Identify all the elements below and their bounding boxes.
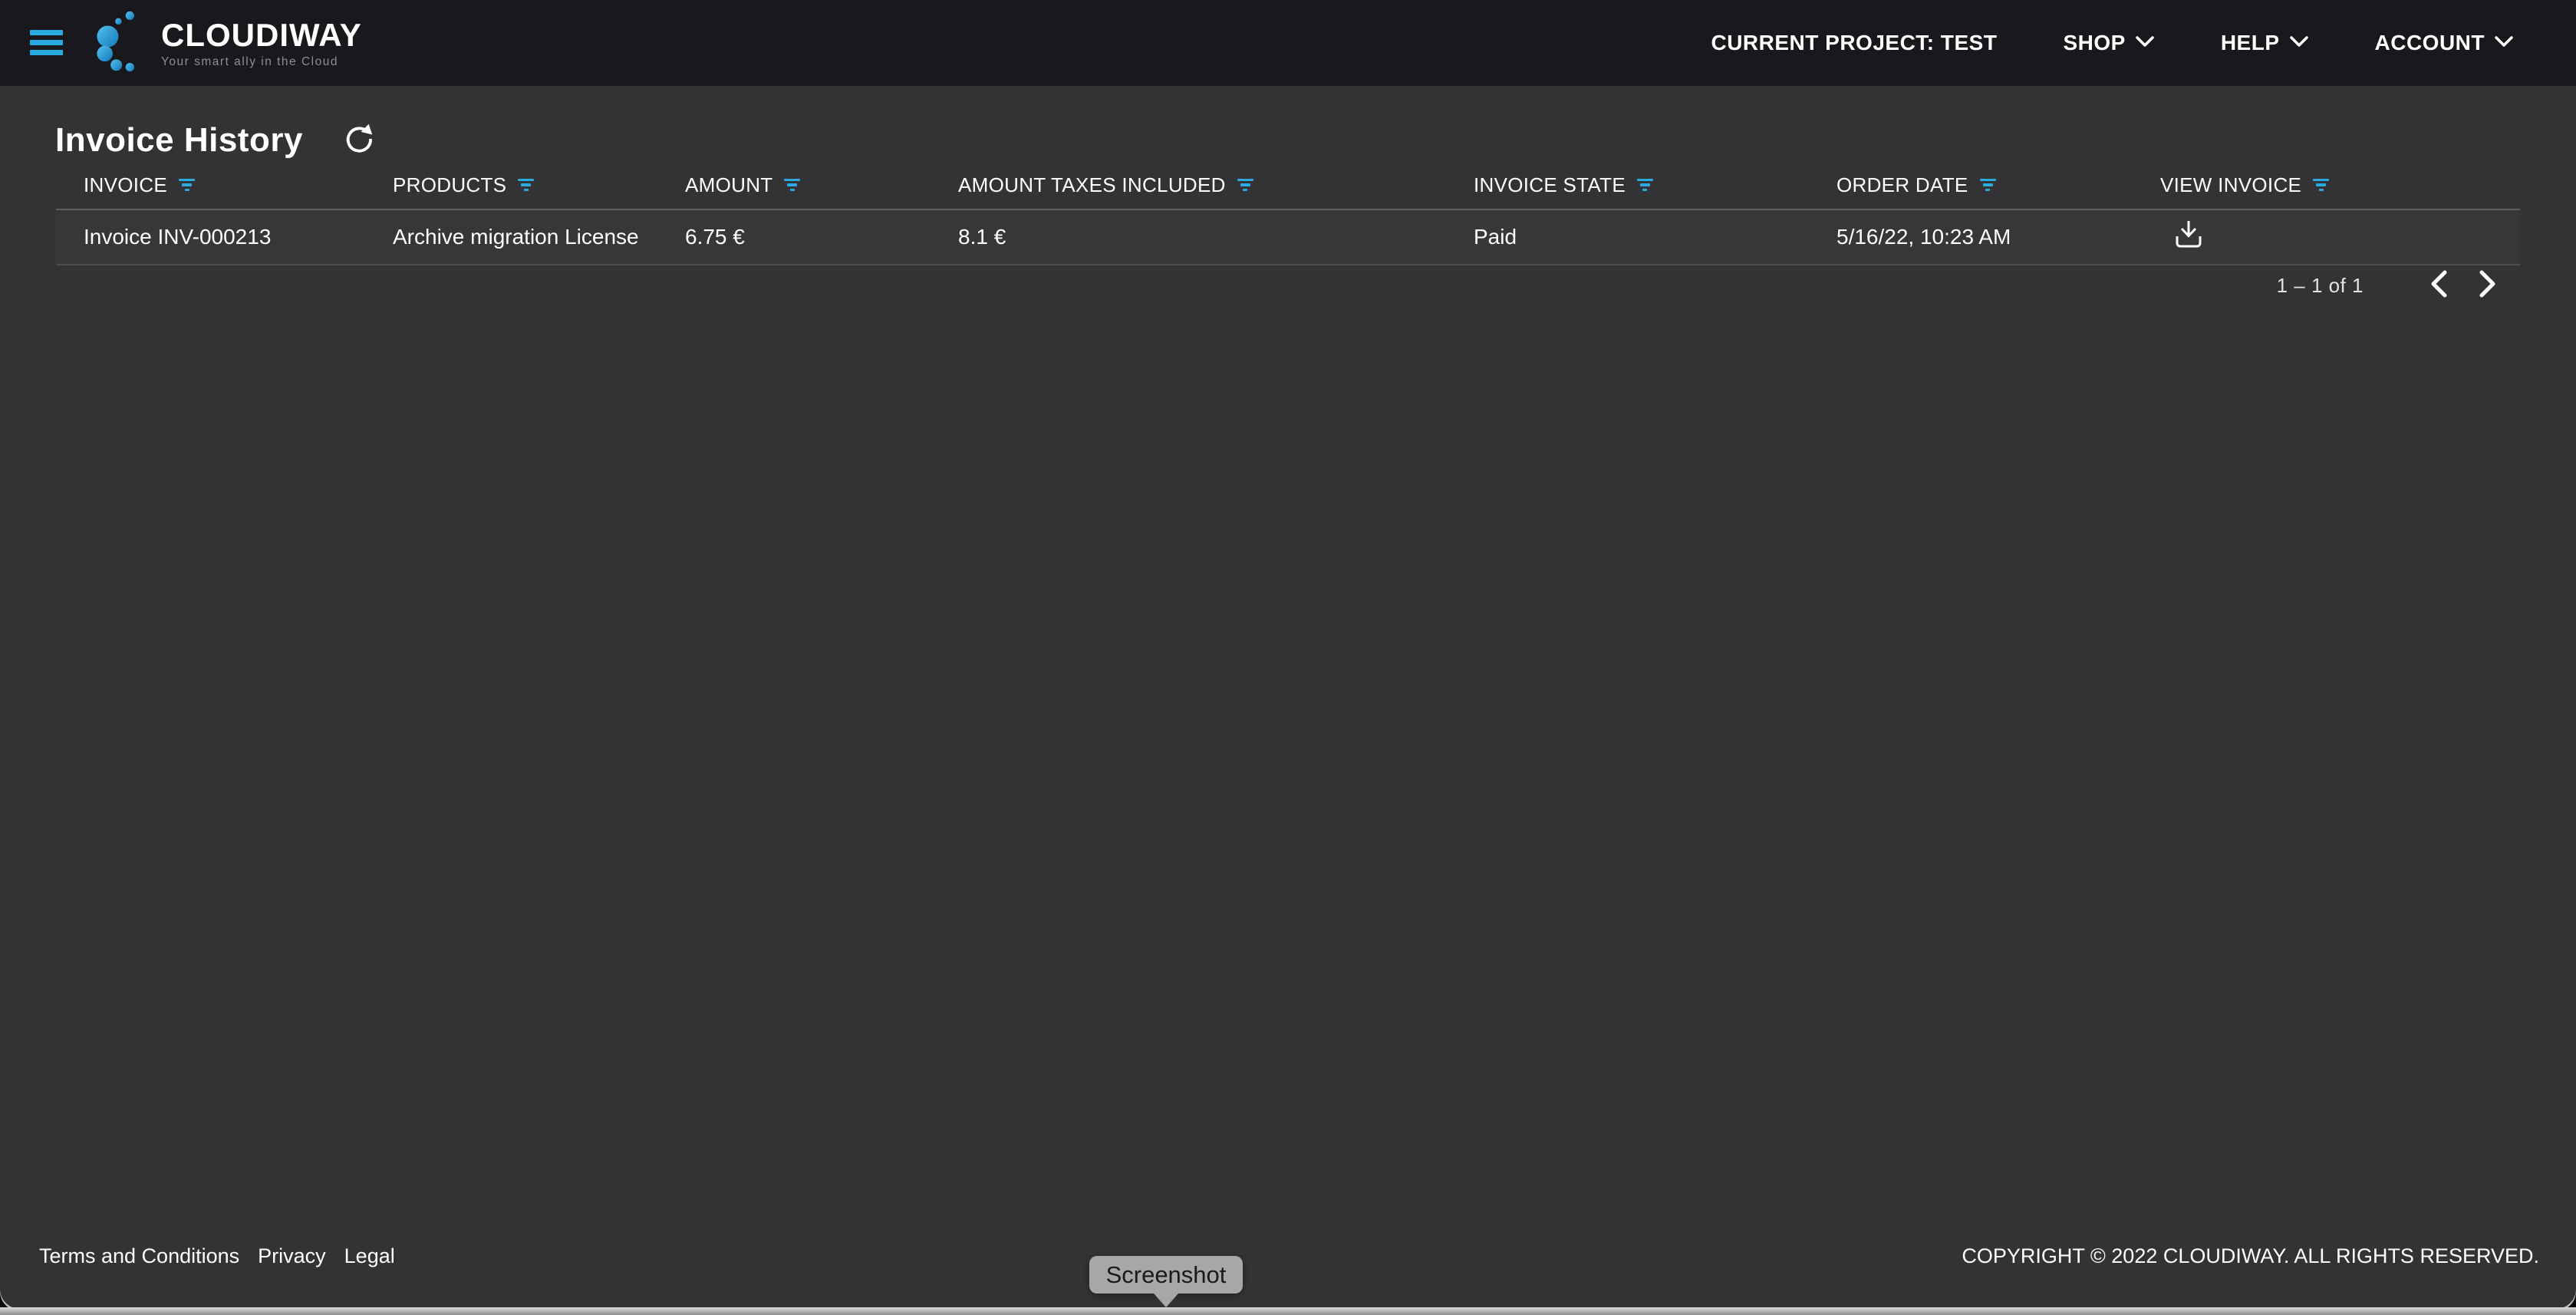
pagination: 1 – 1 of 1: [2277, 264, 2503, 307]
column-header-label: INVOICE: [84, 173, 167, 197]
help-menu[interactable]: HELP: [2221, 31, 2309, 55]
window-bottom-edge: [0, 1307, 2576, 1315]
filter-icon[interactable]: [1637, 179, 1653, 192]
terms-and-conditions-link[interactable]: Terms and Conditions: [39, 1244, 239, 1268]
help-menu-label: HELP: [2221, 31, 2280, 55]
footer-links: Terms and Conditions Privacy Legal: [39, 1244, 395, 1268]
chevron-right-icon: [2478, 269, 2498, 302]
filter-icon[interactable]: [1237, 179, 1253, 192]
filter-icon[interactable]: [179, 179, 195, 192]
brand-tagline: Your smart ally in the Cloud: [161, 55, 362, 69]
previous-page-button[interactable]: [2423, 268, 2454, 303]
column-header-amount-taxes[interactable]: AMOUNT TAXES INCLUDED: [958, 173, 1474, 197]
screenshot-tooltip-label: Screenshot: [1106, 1261, 1227, 1289]
invoice-table: INVOICE PRODUCTS AMOUNT AMOUNT TAXES INC…: [56, 161, 2520, 265]
privacy-link[interactable]: Privacy: [258, 1244, 326, 1268]
refresh-button[interactable]: [340, 123, 375, 158]
refresh-icon: [341, 122, 374, 160]
topbar-nav: CURRENT PROJECT: TEST SHOP HELP ACCOUNT: [1711, 0, 2514, 86]
column-header-label: AMOUNT: [685, 173, 772, 197]
filter-icon[interactable]: [2313, 179, 2329, 192]
cell-products: Archive migration License: [393, 225, 685, 249]
screenshot-tooltip: Screenshot: [1089, 1256, 1243, 1294]
legal-link[interactable]: Legal: [344, 1244, 395, 1268]
cell-amount-taxes: 8.1 €: [958, 225, 1474, 249]
filter-icon[interactable]: [518, 179, 534, 192]
brand-logo-icon: [91, 9, 155, 77]
column-header-label: ORDER DATE: [1836, 173, 1968, 197]
cell-invoice-state: Paid: [1474, 225, 1836, 249]
column-header-invoice-state[interactable]: INVOICE STATE: [1474, 173, 1836, 197]
column-header-invoice[interactable]: INVOICE: [56, 173, 393, 197]
cell-invoice: Invoice INV-000213: [56, 225, 393, 249]
column-header-order-date[interactable]: ORDER DATE: [1836, 173, 2160, 197]
download-icon: [2172, 219, 2205, 256]
account-menu[interactable]: ACCOUNT: [2375, 31, 2515, 55]
chevron-down-icon: [2494, 35, 2514, 51]
pagination-range-label: 1 – 1 of 1: [2277, 274, 2364, 298]
next-page-button[interactable]: [2472, 268, 2503, 303]
cell-order-date: 5/16/22, 10:23 AM: [1836, 225, 2160, 249]
current-project-label: CURRENT PROJECT: TEST: [1711, 31, 1997, 55]
cell-amount: 6.75 €: [685, 225, 958, 249]
chevron-down-icon: [2289, 35, 2309, 51]
filter-icon[interactable]: [784, 179, 800, 192]
page-title: Invoice History: [55, 121, 303, 160]
table-row: Invoice INV-000213 Archive migration Lic…: [56, 210, 2520, 265]
chevron-down-icon: [2135, 35, 2155, 51]
shop-menu[interactable]: SHOP: [2063, 31, 2154, 55]
copyright-text: COPYRIGHT © 2022 CLOUDIWAY. ALL RIGHTS R…: [1962, 1244, 2539, 1268]
brand-name: CLOUDIWAY: [161, 18, 362, 53]
column-header-products[interactable]: PRODUCTS: [393, 173, 685, 197]
column-header-amount[interactable]: AMOUNT: [685, 173, 958, 197]
filter-icon[interactable]: [1980, 179, 1996, 192]
table-header-row: INVOICE PRODUCTS AMOUNT AMOUNT TAXES INC…: [56, 161, 2520, 210]
column-header-label: VIEW INVOICE: [2160, 173, 2301, 197]
menu-icon[interactable]: [30, 30, 63, 55]
page-header: Invoice History: [55, 121, 375, 160]
brand-logo[interactable]: CLOUDIWAY Your smart ally in the Cloud: [91, 9, 362, 77]
account-menu-label: ACCOUNT: [2375, 31, 2485, 55]
download-invoice-button[interactable]: [2171, 219, 2206, 255]
column-header-view-invoice[interactable]: VIEW INVOICE: [2160, 173, 2520, 197]
column-header-label: INVOICE STATE: [1474, 173, 1626, 197]
topbar: CLOUDIWAY Your smart ally in the Cloud C…: [0, 0, 2576, 86]
shop-menu-label: SHOP: [2063, 31, 2125, 55]
column-header-label: AMOUNT TAXES INCLUDED: [958, 173, 1226, 197]
chevron-left-icon: [2429, 269, 2449, 302]
app-window: CLOUDIWAY Your smart ally in the Cloud C…: [0, 0, 2576, 1309]
column-header-label: PRODUCTS: [393, 173, 506, 197]
